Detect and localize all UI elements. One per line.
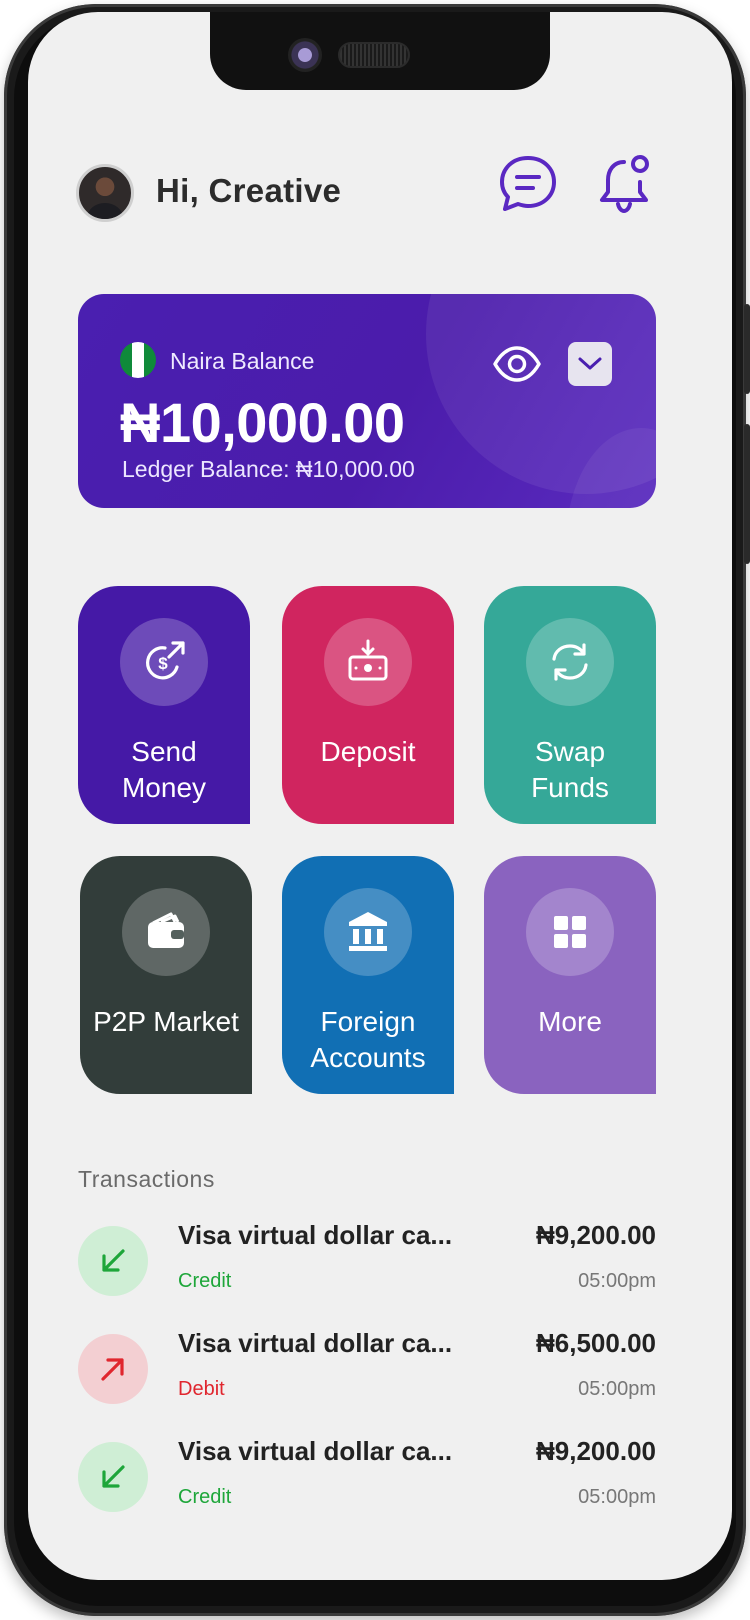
transaction-amount: ₦9,200.00	[536, 1436, 656, 1466]
grid-icon-wrap	[526, 888, 614, 976]
credit-arrow-icon	[78, 1442, 148, 1512]
eye-icon	[493, 346, 541, 382]
swap-icon	[552, 643, 588, 681]
bank-icon	[349, 912, 387, 951]
credit-arrow-icon	[78, 1226, 148, 1296]
chat-icon	[500, 156, 556, 211]
messages-button[interactable]	[496, 152, 560, 216]
deposit-icon	[348, 639, 388, 681]
wallet-icon	[148, 912, 184, 948]
p2p-market-label: P2P Market	[93, 1006, 239, 1037]
transaction-row[interactable]: Visa virtual dollar ca... Debit ₦6,500.0…	[28, 1328, 732, 1434]
send-money-icon: $	[146, 641, 185, 680]
speaker-icon	[338, 42, 410, 68]
transaction-name: Visa virtual dollar ca...	[178, 1328, 453, 1358]
transaction-type: Credit	[178, 1270, 232, 1292]
transaction-row[interactable]: Visa virtual dollar ca... Credit ₦9,200.…	[28, 1436, 732, 1542]
balance-card: Naira Balance ₦10,000.00 Ledger Balance:…	[78, 294, 656, 508]
transaction-type: Debit	[178, 1378, 225, 1400]
transaction-name: Visa virtual dollar ca...	[178, 1436, 453, 1466]
foreign-accounts-button[interactable]: Foreign Accounts	[282, 856, 454, 1094]
deposit-label: Deposit	[320, 736, 416, 767]
more-button[interactable]: More	[484, 856, 656, 1094]
p2p-market-button[interactable]: P2P Market	[80, 856, 252, 1094]
wallet-icon-wrap	[122, 888, 210, 976]
avatar[interactable]	[76, 164, 134, 222]
transaction-type: Credit	[178, 1486, 232, 1508]
swap-funds-label: Swap Funds	[531, 736, 609, 803]
bank-icon-wrap	[324, 888, 412, 976]
deposit-button[interactable]: Deposit	[282, 586, 454, 824]
more-label: More	[538, 1006, 602, 1037]
swap-icon-wrap	[526, 618, 614, 706]
balance-label: Naira Balance	[170, 348, 315, 374]
grid-icon	[554, 916, 586, 948]
greeting-text: Hi, Creative	[156, 172, 342, 209]
send-money-icon-wrap: $	[120, 618, 208, 706]
power-button	[744, 424, 750, 564]
notifications-button[interactable]	[594, 152, 658, 216]
transaction-name: Visa virtual dollar ca...	[178, 1220, 453, 1250]
flag-stripe	[132, 342, 144, 378]
toggle-balance-visibility-button[interactable]	[492, 344, 542, 384]
transaction-time: 05:00pm	[578, 1486, 656, 1508]
svg-text:$: $	[158, 654, 168, 673]
app-screen: Hi, Creative Naira Balance ₦10,000.00 Le…	[28, 12, 732, 1580]
transaction-time: 05:00pm	[578, 1270, 656, 1292]
transaction-amount: ₦9,200.00	[536, 1220, 656, 1250]
deposit-icon-wrap	[324, 618, 412, 706]
swap-funds-button[interactable]: Swap Funds	[484, 586, 656, 824]
ledger-balance: Ledger Balance: ₦10,000.00	[122, 456, 415, 482]
transaction-time: 05:00pm	[578, 1378, 656, 1400]
chevron-down-icon	[578, 357, 602, 370]
debit-arrow-icon	[78, 1334, 148, 1404]
volume-button	[744, 304, 750, 394]
currency-dropdown-button[interactable]	[568, 342, 612, 386]
balance-amount: ₦10,000.00	[120, 391, 405, 454]
flag-stripe	[120, 342, 132, 378]
transaction-row[interactable]: Visa virtual dollar ca... Credit ₦9,200.…	[28, 1220, 732, 1326]
send-money-button[interactable]: $ Send Money	[78, 586, 250, 824]
flag-stripe	[144, 342, 156, 378]
nigeria-flag-icon	[120, 342, 156, 378]
transaction-amount: ₦6,500.00	[536, 1328, 656, 1358]
bell-icon	[600, 155, 649, 214]
transactions-title: Transactions	[78, 1166, 215, 1192]
foreign-accounts-label: Foreign Accounts	[310, 1006, 426, 1073]
phone-frame: Hi, Creative Naira Balance ₦10,000.00 Le…	[4, 4, 750, 1616]
camera-icon	[288, 38, 322, 72]
tile-label-line: Send Money	[121, 736, 207, 803]
home-header: Hi, Creative	[28, 152, 732, 242]
send-money-label: Send Money	[78, 734, 250, 806]
notch	[210, 12, 550, 90]
